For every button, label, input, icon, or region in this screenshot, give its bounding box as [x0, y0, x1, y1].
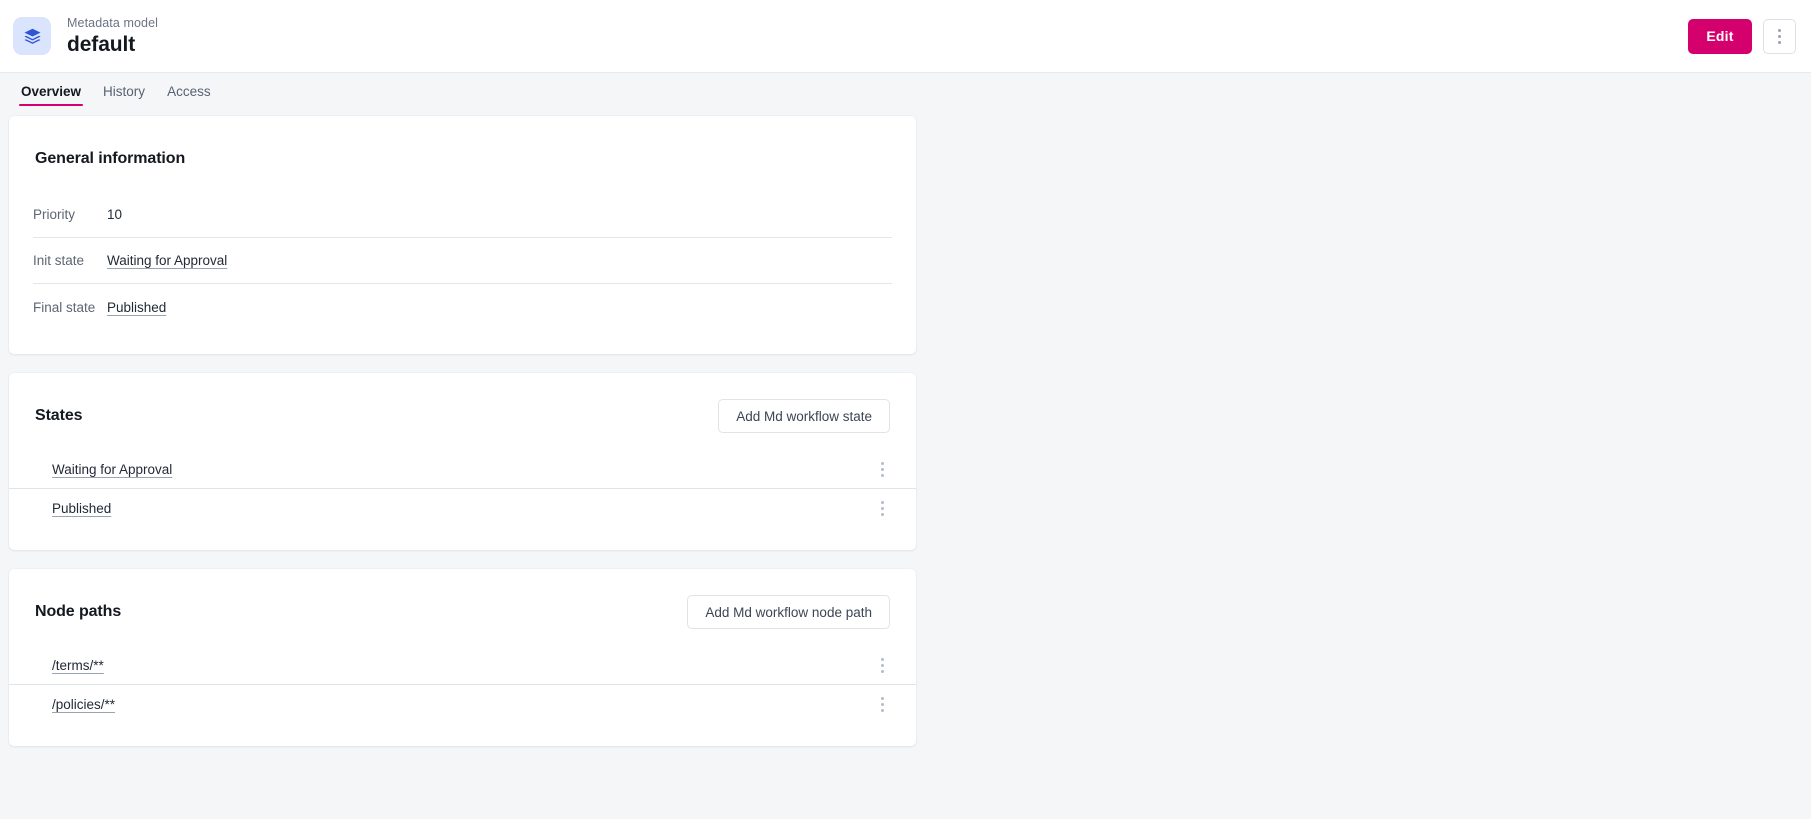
states-list: Waiting for Approval Published	[9, 450, 916, 528]
card-header: Node paths Add Md workflow node path	[9, 569, 916, 629]
state-name[interactable]: Published	[52, 501, 111, 516]
kebab-icon	[880, 461, 884, 477]
header-more-options-button[interactable]	[1763, 18, 1796, 54]
tab-history[interactable]: History	[92, 84, 156, 107]
add-md-workflow-node-path-button[interactable]: Add Md workflow node path	[687, 595, 890, 629]
list-item[interactable]: Published	[9, 489, 916, 528]
kebab-icon	[880, 501, 884, 516]
field-row-final-state: Final state Published	[33, 284, 892, 330]
kebab-icon	[880, 657, 884, 673]
card-header: States Add Md workflow state	[9, 373, 916, 433]
kebab-icon	[880, 697, 884, 712]
node-paths-card: Node paths Add Md workflow node path /te…	[9, 569, 916, 746]
list-item[interactable]: Waiting for Approval	[9, 450, 916, 489]
layers-icon	[13, 17, 51, 55]
state-row-more-options-button[interactable]	[872, 496, 892, 522]
list-item[interactable]: /terms/**	[9, 646, 916, 685]
general-information-card: General information Priority 10 Init sta…	[9, 116, 916, 354]
list-item[interactable]: /policies/**	[9, 685, 916, 724]
kebab-icon	[1778, 28, 1781, 44]
states-title: States	[35, 407, 83, 424]
field-row-init-state: Init state Waiting for Approval	[33, 238, 892, 284]
field-value-priority: 10	[107, 207, 123, 222]
add-md-workflow-state-button[interactable]: Add Md workflow state	[718, 399, 890, 433]
app-header: Metadata model default Edit	[0, 0, 1811, 73]
page-title: default	[67, 33, 136, 57]
card-header: General information	[9, 116, 916, 176]
field-label-priority: Priority	[33, 207, 76, 222]
field-row-priority: Priority 10	[33, 192, 892, 238]
header-actions: Edit	[1688, 18, 1796, 54]
state-row-more-options-button[interactable]	[872, 456, 892, 482]
node-path-value[interactable]: /terms/**	[52, 658, 104, 673]
node-path-row-more-options-button[interactable]	[872, 692, 892, 718]
tab-bar: Overview History Access	[0, 73, 1811, 106]
title-block: Metadata model default	[67, 17, 158, 56]
field-label-init-state: Init state	[33, 253, 85, 268]
tab-access[interactable]: Access	[156, 84, 222, 107]
states-card: States Add Md workflow state Waiting for…	[9, 373, 916, 550]
state-name[interactable]: Waiting for Approval	[52, 462, 172, 477]
node-path-value[interactable]: /policies/**	[52, 697, 115, 712]
header-identity: Metadata model default	[13, 17, 158, 56]
node-paths-list: /terms/** /policies/**	[9, 646, 916, 724]
tab-overview[interactable]: Overview	[10, 84, 92, 107]
field-value-init-state[interactable]: Waiting for Approval	[107, 253, 227, 268]
main-content: General information Priority 10 Init sta…	[0, 106, 1811, 746]
node-paths-title: Node paths	[35, 603, 122, 620]
general-information-fields: Priority 10 Init state Waiting for Appro…	[9, 192, 916, 354]
node-path-row-more-options-button[interactable]	[872, 652, 892, 678]
general-information-title: General information	[35, 150, 186, 167]
field-label-final-state: Final state	[33, 299, 96, 315]
field-value-final-state[interactable]: Published	[107, 300, 166, 315]
entity-type-label: Metadata model	[67, 15, 159, 30]
edit-button[interactable]: Edit	[1688, 18, 1752, 54]
